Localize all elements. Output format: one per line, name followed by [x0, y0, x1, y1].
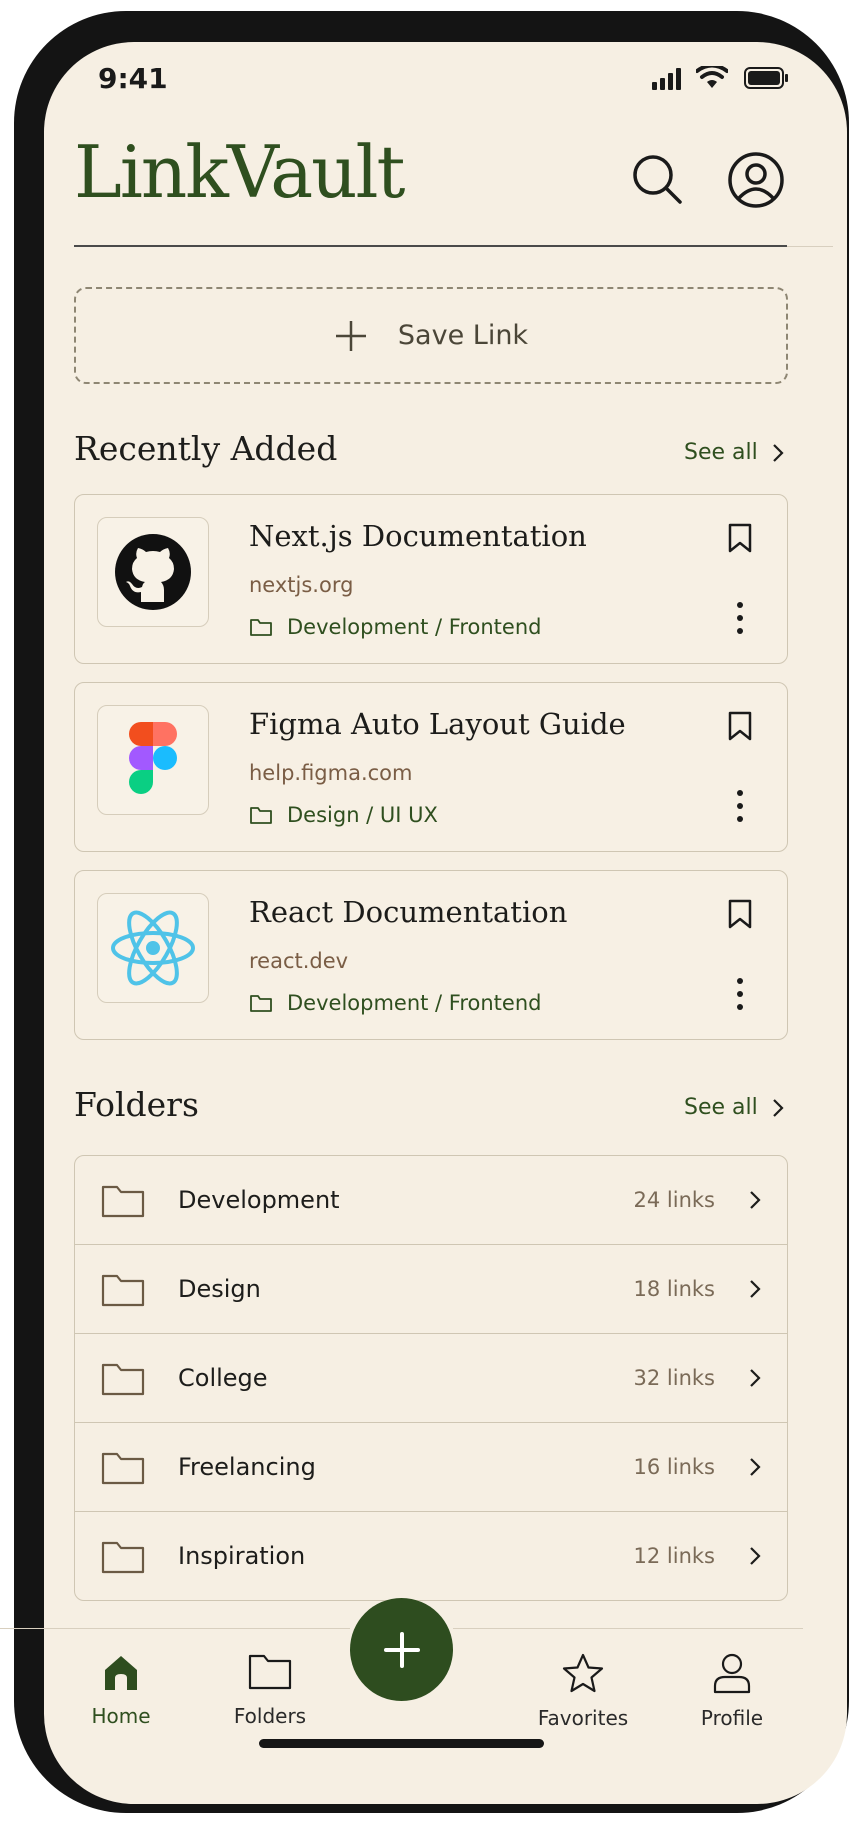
plus-icon: [383, 1631, 420, 1668]
nav-folders-label: Folders: [233, 1704, 307, 1728]
chevron-right-icon: [750, 1280, 761, 1298]
profile-button[interactable]: [726, 150, 786, 210]
folder-name: Design: [178, 1275, 261, 1303]
search-button[interactable]: [628, 150, 688, 210]
link-folder-label: Design / UI UX: [287, 803, 438, 827]
add-link-fab[interactable]: [350, 1598, 453, 1701]
bookmark-icon[interactable]: [727, 523, 753, 553]
nav-home-label: Home: [91, 1704, 151, 1728]
search-icon: [633, 155, 682, 204]
link-title[interactable]: Figma Auto Layout Guide: [249, 707, 626, 741]
react-icon: [111, 910, 195, 986]
folder-row-freelancing[interactable]: Freelancing 16 links: [75, 1423, 787, 1512]
folder-list: Development 24 links Design 18 links Col…: [74, 1155, 788, 1601]
chevron-right-icon: [750, 1458, 761, 1476]
nav-favorites[interactable]: Favorites: [518, 1652, 648, 1730]
save-link-button[interactable]: Save Link: [74, 287, 788, 384]
link-thumbnail: [97, 893, 209, 1003]
recent-see-all-link[interactable]: See all: [684, 440, 784, 465]
folder-link-count: 12 links: [633, 1544, 715, 1568]
signal-icon: [652, 68, 681, 90]
figma-icon: [129, 722, 177, 794]
link-title[interactable]: React Documentation: [249, 895, 567, 929]
folder-row-development[interactable]: Development 24 links: [75, 1156, 787, 1245]
folders-see-all-link[interactable]: See all: [684, 1095, 784, 1120]
user-circle-icon: [728, 152, 784, 208]
link-folder: Development / Frontend: [249, 991, 541, 1015]
battery-icon: [744, 67, 788, 89]
link-thumbnail: [97, 705, 209, 815]
header-divider-extension: [787, 246, 833, 247]
chevron-right-icon: [750, 1369, 761, 1387]
nav-divider: [0, 1628, 350, 1629]
folder-name: Development: [178, 1186, 340, 1214]
folder-icon: [250, 995, 272, 1012]
chevron-right-icon: [750, 1547, 761, 1565]
folder-link-count: 32 links: [633, 1366, 715, 1390]
bookmark-icon[interactable]: [727, 899, 753, 929]
nav-profile[interactable]: Profile: [667, 1652, 797, 1730]
wifi-icon: [696, 66, 728, 88]
home-indicator: [259, 1739, 544, 1748]
link-card[interactable]: React Documentation react.dev Developmen…: [74, 870, 788, 1040]
status-time: 9:41: [98, 62, 168, 95]
link-folder-label: Development / Frontend: [287, 991, 542, 1015]
folder-name: Inspiration: [178, 1542, 306, 1570]
folder-icon: [101, 1185, 145, 1218]
folder-link-count: 16 links: [633, 1455, 715, 1479]
folder-row-inspiration[interactable]: Inspiration 12 links: [75, 1512, 787, 1600]
link-url: react.dev: [249, 949, 349, 973]
more-options-icon[interactable]: [735, 789, 745, 823]
chevron-right-icon: [772, 443, 784, 462]
link-folder-label: Development / Frontend: [287, 615, 542, 639]
more-options-icon[interactable]: [735, 601, 745, 635]
folder-icon: [250, 807, 272, 824]
nav-home[interactable]: Home: [56, 1652, 186, 1728]
github-icon: [115, 534, 191, 610]
recently-added-title: Recently Added: [74, 429, 338, 468]
folder-icon: [101, 1452, 145, 1485]
link-url: help.figma.com: [249, 761, 413, 785]
link-folder: Development / Frontend: [249, 615, 541, 639]
link-folder: Design / UI UX: [249, 803, 438, 827]
link-card[interactable]: Figma Auto Layout Guide help.figma.com D…: [74, 682, 788, 852]
folder-name: Freelancing: [178, 1453, 316, 1481]
folder-row-college[interactable]: College 32 links: [75, 1334, 787, 1423]
nav-divider: [453, 1628, 803, 1629]
chevron-right-icon: [750, 1191, 761, 1209]
folders-title: Folders: [74, 1085, 199, 1124]
folder-name: College: [178, 1364, 268, 1392]
folder-icon: [101, 1363, 145, 1396]
folder-icon: [101, 1541, 145, 1574]
folder-link-count: 24 links: [633, 1188, 715, 1212]
nav-profile-label: Profile: [700, 1706, 764, 1730]
bookmark-icon[interactable]: [727, 711, 753, 741]
folder-icon: [250, 619, 272, 636]
chevron-right-icon: [772, 1098, 784, 1117]
link-url: nextjs.org: [249, 573, 354, 597]
link-card[interactable]: Next.js Documentation nextjs.org Develop…: [74, 494, 788, 664]
app-title: LinkVault: [74, 130, 405, 214]
more-options-icon[interactable]: [735, 977, 745, 1011]
save-link-label: Save Link: [397, 320, 529, 351]
star-icon: [562, 1653, 604, 1693]
nav-favorites-label: Favorites: [537, 1706, 629, 1730]
see-all-label: See all: [684, 1095, 758, 1120]
see-all-label: See all: [684, 440, 758, 465]
header-divider: [74, 245, 787, 247]
home-icon: [105, 1656, 137, 1690]
folder-icon: [248, 1654, 292, 1690]
folder-row-design[interactable]: Design 18 links: [75, 1245, 787, 1334]
link-thumbnail: [97, 517, 209, 627]
plus-icon: [335, 320, 366, 351]
link-title[interactable]: Next.js Documentation: [249, 519, 587, 553]
folder-link-count: 18 links: [633, 1277, 715, 1301]
folder-icon: [101, 1274, 145, 1307]
user-icon: [713, 1653, 751, 1694]
nav-folders[interactable]: Folders: [205, 1652, 335, 1728]
